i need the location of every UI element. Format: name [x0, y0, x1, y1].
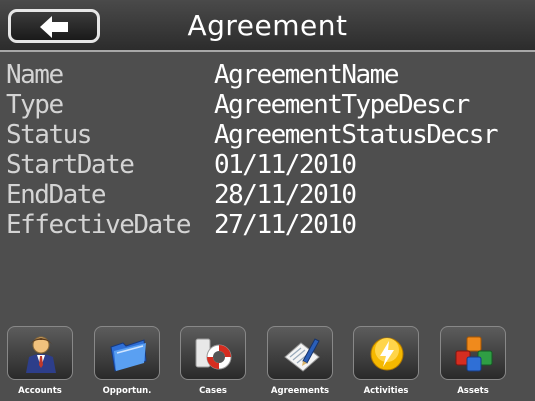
tab-activities[interactable]: Activities [349, 326, 423, 398]
tab-tile [267, 326, 333, 380]
tab-accounts[interactable]: Accounts [3, 326, 77, 398]
field-value: AgreementTypeDescr [214, 90, 470, 120]
lifebuoy-icon [195, 338, 232, 370]
field-row-status: Status AgreementStatusDecsr [6, 120, 499, 150]
field-label: Name [6, 60, 64, 90]
lightning-icon [370, 337, 404, 371]
tab-label: Assets [457, 386, 489, 396]
tab-tile [440, 326, 506, 380]
bottom-tab-bar: Accounts Opportun. Cases Agreements Acti… [0, 318, 535, 401]
field-value: AgreementStatusDecsr [214, 120, 499, 150]
field-label: EndDate [6, 180, 107, 210]
field-value: AgreementName [214, 60, 400, 90]
field-row-start-date: StartDate 01/11/2010 [6, 150, 497, 180]
folder-icon [110, 339, 147, 372]
field-row-end-date: EndDate 28/11/2010 [6, 180, 497, 210]
agreement-details: Name AgreementName Type AgreementTypeDes… [6, 60, 499, 240]
tab-tile [180, 326, 246, 380]
tab-opportunities[interactable]: Opportun. [90, 326, 164, 398]
page-title: Agreement [187, 9, 348, 42]
tab-label: Agreements [270, 386, 330, 396]
tab-tile [94, 326, 160, 380]
field-label: Status [6, 120, 92, 150]
tab-label: Opportun. [102, 386, 152, 396]
tab-tile [7, 326, 73, 380]
tab-label: Activities [363, 386, 409, 396]
field-label: EffectiveDate [6, 210, 192, 240]
document-pen-icon [284, 338, 320, 372]
field-value: 28/11/2010 [214, 180, 357, 210]
field-row-name: Name AgreementName [6, 60, 497, 90]
tab-label: Accounts [18, 386, 62, 396]
tab-agreements[interactable]: Agreements [263, 326, 337, 398]
field-value: 01/11/2010 [214, 150, 357, 180]
field-label: StartDate [6, 150, 135, 180]
field-value: 27/11/2010 [214, 210, 357, 240]
cubes-icon [455, 336, 493, 372]
field-row-effective-date: EffectiveDate 27/11/2010 [6, 210, 497, 240]
person-icon [26, 336, 56, 373]
header-bar: Agreement [0, 0, 535, 52]
field-label: Type [6, 90, 64, 120]
agreement-screen: Agreement Name AgreementName Type Agreem… [0, 0, 535, 401]
tab-label: Cases [199, 386, 227, 396]
field-row-type: Type AgreementTypeDescr [6, 90, 497, 120]
tab-cases[interactable]: Cases [176, 326, 250, 398]
tab-assets[interactable]: Assets [436, 326, 510, 398]
tab-tile [353, 326, 419, 380]
